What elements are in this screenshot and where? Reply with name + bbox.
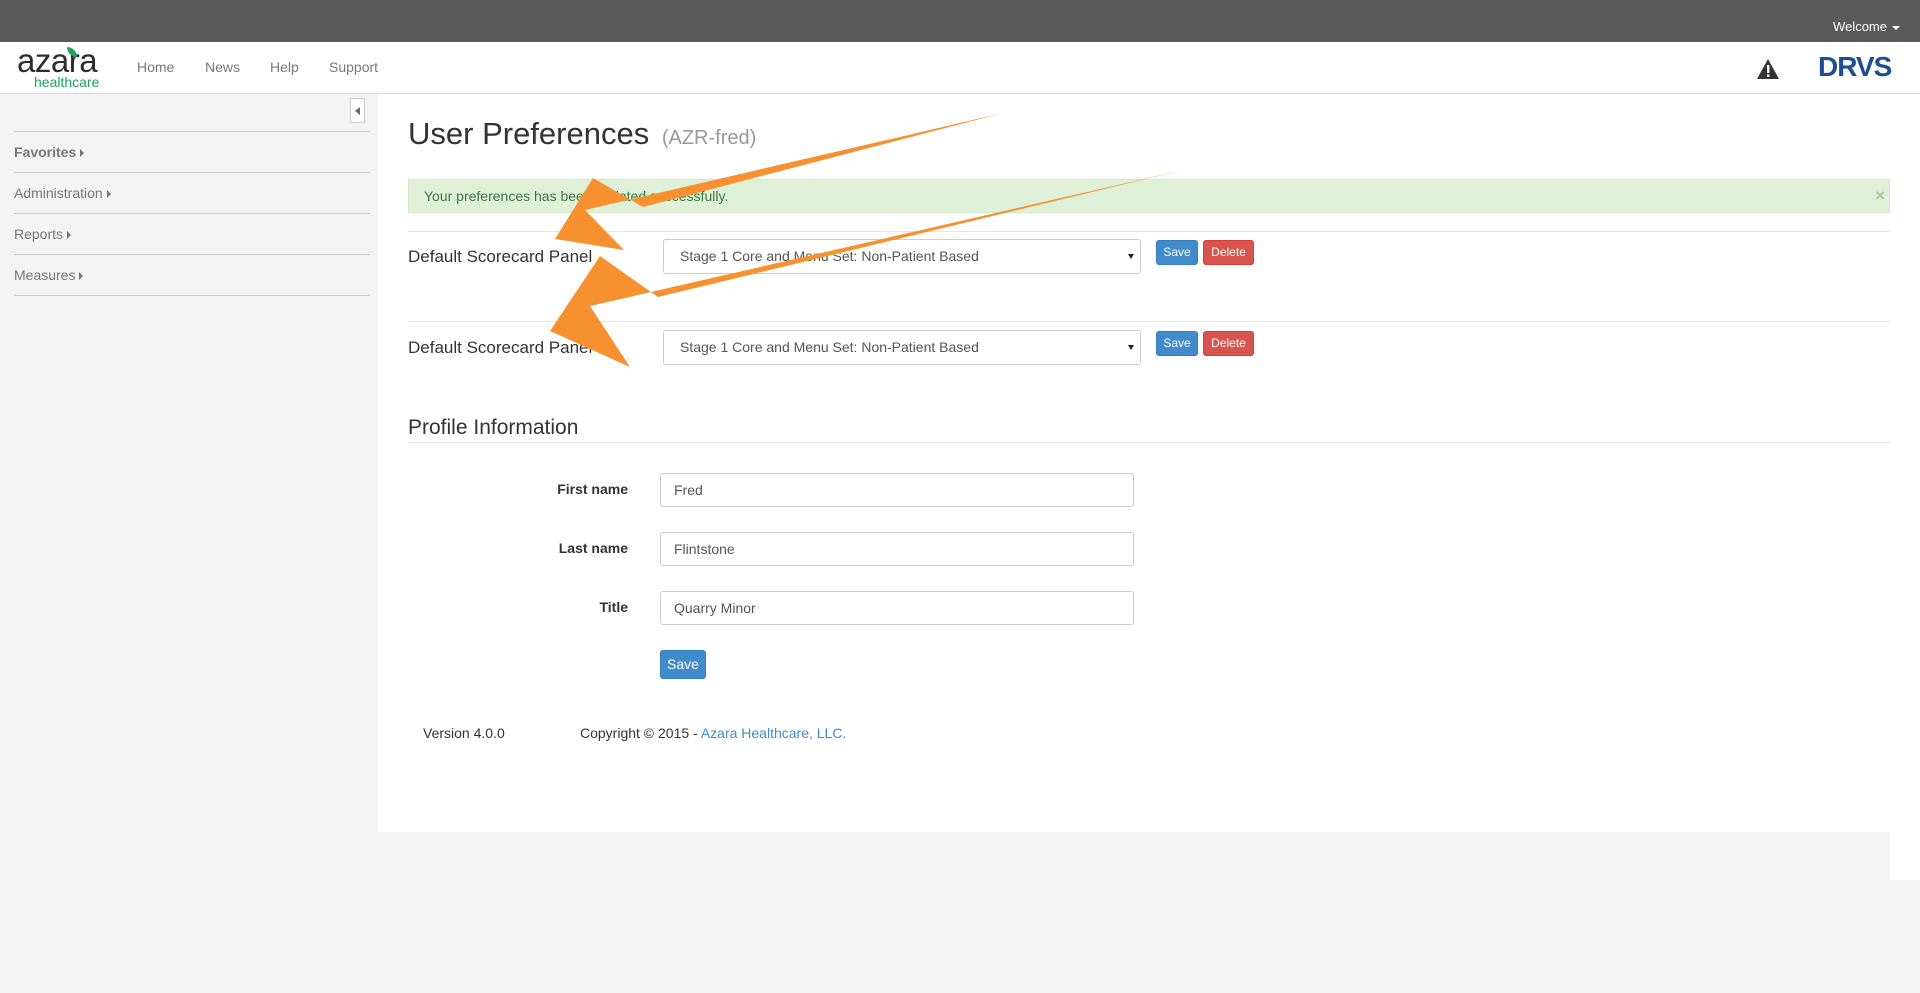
nav-support[interactable]: Support bbox=[329, 59, 378, 75]
collapse-sidebar-icon bbox=[355, 107, 360, 115]
welcome-menu[interactable]: Welcome bbox=[1833, 19, 1900, 34]
page-title-user: (AZR-fred) bbox=[661, 127, 757, 149]
sidebar-item-favorites[interactable]: Favorites bbox=[14, 131, 370, 172]
copyright-text: Copyright © 2015 - bbox=[580, 725, 701, 741]
logo-subtitle: healthcare bbox=[34, 74, 100, 90]
close-icon[interactable]: × bbox=[1875, 180, 1885, 212]
sidebar-item-reports[interactable]: Reports bbox=[14, 213, 370, 254]
page-title-text: User Preferences bbox=[408, 116, 650, 151]
pref-label: Default Scorecard Panel bbox=[408, 247, 593, 266]
select-value: Stage 1 Core and Menu Set: Non-Patient B… bbox=[680, 339, 979, 355]
alert-message: Your preferences has been updated succes… bbox=[424, 188, 729, 204]
sidebar-item-label: Reports bbox=[14, 226, 64, 242]
caret-down-icon bbox=[1892, 25, 1900, 30]
nav-help[interactable]: Help bbox=[270, 59, 299, 75]
page-title: User Preferences (AZR-fred) bbox=[408, 116, 756, 152]
sidebar-item-measures[interactable]: Measures bbox=[14, 254, 370, 295]
azara-logo[interactable]: azara healthcare bbox=[17, 42, 113, 90]
profile-save-button[interactable]: Save bbox=[660, 650, 706, 679]
warning-icon[interactable] bbox=[1756, 58, 1780, 80]
last-name-label: Last name bbox=[558, 540, 628, 556]
select-arrow-icon bbox=[1128, 345, 1134, 350]
pref-label: Default Scorecard Panel bbox=[408, 338, 593, 357]
first-name-input[interactable]: Fred bbox=[660, 473, 1134, 507]
top-bar: Welcome bbox=[0, 0, 1920, 42]
title-label: Title bbox=[599, 599, 628, 615]
drvs-logo[interactable]: DRVS bbox=[1818, 51, 1892, 83]
sidebar: Favorites Administration Reports Measure… bbox=[0, 94, 378, 993]
divider bbox=[408, 442, 1890, 443]
delete-button[interactable]: Delete bbox=[1203, 331, 1254, 356]
navbar: azara healthcare Home News Help Support … bbox=[0, 42, 1920, 94]
divider bbox=[408, 231, 1890, 232]
last-name-input[interactable]: Flintstone bbox=[660, 532, 1134, 566]
sidebar-divider bbox=[14, 295, 370, 296]
sidebar-item-label: Administration bbox=[14, 185, 103, 201]
caret-right-icon bbox=[106, 190, 111, 199]
footer-version: Version 4.0.0 bbox=[423, 725, 505, 741]
profile-section-title: Profile Information bbox=[408, 416, 579, 439]
first-name-label: First name bbox=[557, 481, 628, 497]
sidebar-item-label: Measures bbox=[14, 267, 76, 283]
caret-right-icon bbox=[80, 149, 85, 158]
scorecard-panel-select[interactable]: Stage 1 Core and Menu Set: Non-Patient B… bbox=[663, 239, 1141, 274]
select-value: Stage 1 Core and Menu Set: Non-Patient B… bbox=[680, 248, 979, 264]
nav-news[interactable]: News bbox=[205, 59, 240, 75]
sidebar-item-administration[interactable]: Administration bbox=[14, 172, 370, 213]
nav-home[interactable]: Home bbox=[137, 59, 174, 75]
caret-right-icon bbox=[67, 231, 72, 240]
save-button[interactable]: Save bbox=[1156, 240, 1198, 265]
success-alert: Your preferences has been updated succes… bbox=[408, 179, 1890, 213]
title-input[interactable]: Quarry Minor bbox=[660, 591, 1134, 625]
delete-button[interactable]: Delete bbox=[1203, 240, 1254, 265]
welcome-label: Welcome bbox=[1833, 19, 1887, 34]
caret-right-icon bbox=[79, 272, 84, 281]
divider bbox=[408, 321, 1890, 322]
select-arrow-icon bbox=[1128, 254, 1134, 259]
collapse-sidebar-button[interactable] bbox=[350, 98, 365, 123]
right-gutter bbox=[1890, 94, 1920, 880]
sidebar-item-label: Favorites bbox=[14, 144, 77, 160]
save-button[interactable]: Save bbox=[1156, 331, 1198, 356]
footer-copyright: Copyright © 2015 - Azara Healthcare, LLC… bbox=[580, 725, 846, 741]
main-content: User Preferences (AZR-fred) Your prefere… bbox=[378, 94, 1890, 832]
company-link[interactable]: Azara Healthcare, LLC. bbox=[701, 725, 847, 741]
scorecard-panel-select[interactable]: Stage 1 Core and Menu Set: Non-Patient B… bbox=[663, 330, 1141, 365]
